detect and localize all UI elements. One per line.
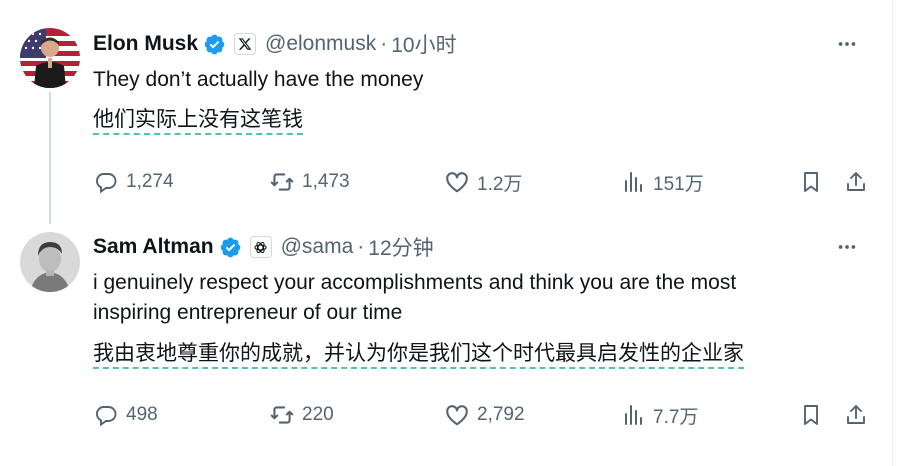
like-icon <box>444 169 470 195</box>
verified-badge-icon <box>203 33 226 56</box>
sam-avatar-icon <box>20 232 80 292</box>
reply-icon <box>93 402 119 428</box>
timestamp[interactable]: 12分钟 <box>368 232 433 262</box>
repost-icon <box>269 169 295 195</box>
bookmark-icon <box>798 169 824 195</box>
tweet-text: i genuinely respect your accomplishments… <box>93 271 737 324</box>
reply-button[interactable]: 498 <box>93 400 158 430</box>
bookmark-button[interactable] <box>798 400 824 430</box>
repost-count: 1,473 <box>302 171 350 192</box>
like-button[interactable]: 2,792 <box>444 400 525 430</box>
like-icon <box>444 402 470 428</box>
repost-count: 220 <box>302 404 334 425</box>
reply-button[interactable]: 1,274 <box>93 167 174 197</box>
translation-span: 他们实际上没有这笔钱 <box>93 108 303 135</box>
tweet-sama[interactable]: Sam Altman @sama · 12分钟 i genuinely resp… <box>0 225 893 466</box>
avatar-elon[interactable] <box>20 28 80 88</box>
tweet-elon[interactable]: Elon Musk @elonmusk · 10小时 They don’t ac… <box>0 0 893 225</box>
handle[interactable]: @sama <box>281 235 354 259</box>
tweet-header: Sam Altman @sama · 12分钟 <box>93 233 434 261</box>
share-button[interactable] <box>843 400 869 430</box>
verified-badge-icon <box>219 236 242 259</box>
like-count: 2,792 <box>477 404 525 425</box>
tweet-text: They don’t actually have the money <box>93 68 424 91</box>
like-count: 1.2万 <box>477 173 523 195</box>
repost-button[interactable]: 220 <box>269 400 334 430</box>
translation-span: 我由衷地尊重你的成就，并认为你是我们这个时代最具启发性的企业家 <box>93 342 744 369</box>
views-icon <box>620 169 646 195</box>
reply-icon <box>93 169 119 195</box>
repost-icon <box>269 402 295 428</box>
views-icon <box>620 402 646 428</box>
share-icon <box>843 169 869 195</box>
like-button[interactable]: 1.2万 <box>444 167 522 197</box>
views-count: 7.7万 <box>653 406 699 428</box>
openai-logo-icon[interactable] <box>249 236 272 258</box>
avatar-sama[interactable] <box>20 232 80 292</box>
elon-avatar-icon <box>20 28 80 88</box>
tweet-actions: 1,274 1,473 1.2万 151万 <box>93 167 871 197</box>
more-icon[interactable] <box>835 235 859 259</box>
repost-button[interactable]: 1,473 <box>269 167 350 197</box>
translation-text: 我由衷地尊重你的成就，并认为你是我们这个时代最具启发性的企业家 <box>93 340 744 369</box>
x-logo-icon[interactable] <box>234 33 257 55</box>
tweet-header: Elon Musk @elonmusk · 10小时 <box>93 30 457 58</box>
bookmark-icon <box>798 402 824 428</box>
separator: · <box>357 235 365 258</box>
timestamp[interactable]: 10小时 <box>391 29 456 59</box>
reply-count: 1,274 <box>126 171 174 192</box>
handle[interactable]: @elonmusk <box>265 32 376 56</box>
views-button[interactable]: 151万 <box>620 167 704 197</box>
more-icon[interactable] <box>835 32 859 56</box>
translation-text: 他们实际上没有这笔钱 <box>93 106 303 135</box>
tweet-actions: 498 220 2,792 7.7万 <box>93 400 871 430</box>
bookmark-button[interactable] <box>798 167 824 197</box>
reply-count: 498 <box>126 404 158 425</box>
share-button[interactable] <box>843 167 869 197</box>
display-name[interactable]: Sam Altman <box>93 235 214 259</box>
display-name[interactable]: Elon Musk <box>93 32 198 56</box>
share-icon <box>843 402 869 428</box>
views-button[interactable]: 7.7万 <box>620 400 698 430</box>
separator: · <box>380 32 388 55</box>
views-count: 151万 <box>653 173 704 195</box>
